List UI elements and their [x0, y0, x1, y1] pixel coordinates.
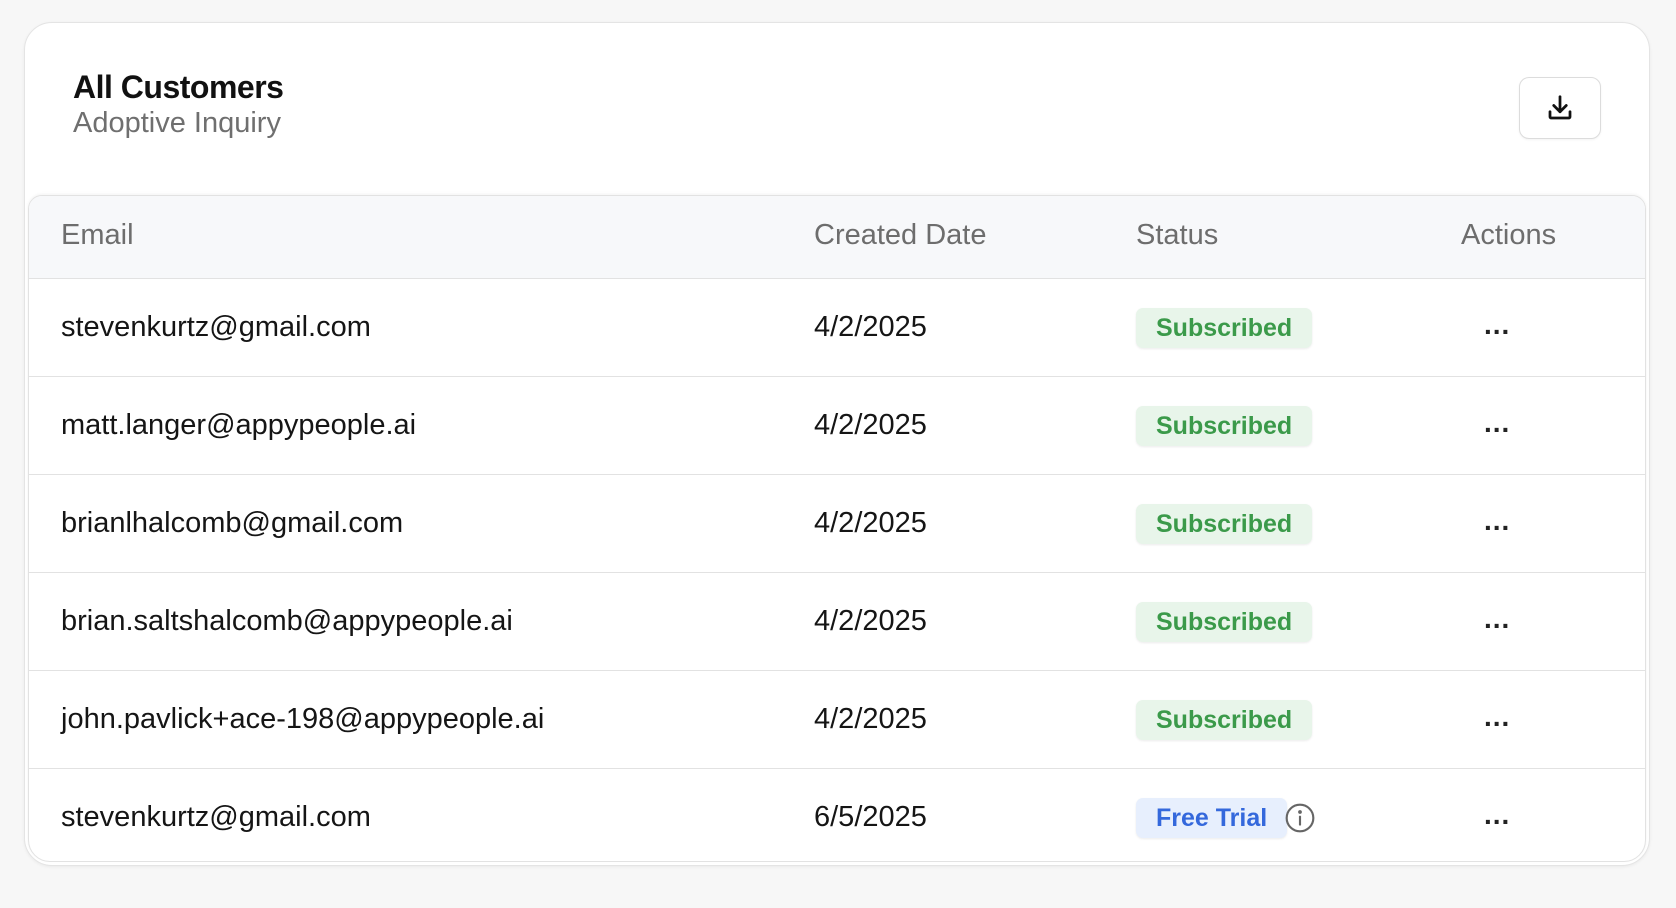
column-header-created-date[interactable]: Created Date: [814, 219, 987, 252]
row-actions-button[interactable]: ...: [1484, 505, 1510, 537]
email-cell: stevenkurtz@gmail.com: [61, 311, 371, 343]
table-header: Email Created Date Status Actions: [29, 196, 1645, 279]
created-date-cell: 4/2/2025: [814, 409, 927, 441]
column-header-actions: Actions: [1461, 219, 1557, 251]
customers-table: Email Created Date Status Actions steven…: [28, 195, 1646, 862]
customers-card: All Customers Adoptive Inquiry Email Cre…: [24, 22, 1650, 866]
column-header-status[interactable]: Status: [1136, 219, 1218, 252]
email-cell: john.pavlick+ace-198@appypeople.ai: [61, 703, 545, 735]
page-subtitle: Adoptive Inquiry: [73, 107, 281, 139]
page-title: All Customers: [73, 69, 284, 105]
status-badge: Subscribed: [1136, 700, 1313, 740]
row-actions-button[interactable]: ...: [1484, 799, 1510, 831]
row-actions-button[interactable]: ...: [1484, 603, 1510, 635]
email-cell: brianlhalcomb@gmail.com: [61, 507, 404, 539]
info-icon[interactable]: [1284, 802, 1316, 834]
status-badge: Subscribed: [1136, 406, 1313, 446]
status-badge: Subscribed: [1136, 504, 1313, 544]
email-cell: matt.langer@appypeople.ai: [61, 409, 417, 441]
table-row[interactable]: stevenkurtz@gmail.com 6/5/2025 Free Tria…: [29, 769, 1645, 861]
created-date-cell: 6/5/2025: [814, 801, 927, 833]
table-row[interactable]: stevenkurtz@gmail.com 4/2/2025 Subscribe…: [29, 279, 1645, 377]
email-cell: stevenkurtz@gmail.com: [61, 801, 371, 833]
created-date-cell: 4/2/2025: [814, 605, 927, 637]
row-actions-button[interactable]: ...: [1484, 701, 1510, 733]
row-actions-button[interactable]: ...: [1484, 407, 1510, 439]
table-row[interactable]: john.pavlick+ace-198@appypeople.ai 4/2/2…: [29, 671, 1645, 769]
created-date-cell: 4/2/2025: [814, 703, 927, 735]
status-badge: Subscribed: [1136, 308, 1313, 348]
table-row[interactable]: brianlhalcomb@gmail.com 4/2/2025 Subscri…: [29, 475, 1645, 573]
created-date-cell: 4/2/2025: [814, 311, 927, 343]
row-actions-button[interactable]: ...: [1484, 309, 1510, 341]
download-button[interactable]: [1519, 77, 1601, 139]
download-icon: [1548, 95, 1572, 120]
status-badge: Subscribed: [1136, 602, 1313, 642]
email-cell: brian.saltshalcomb@appypeople.ai: [61, 605, 513, 637]
column-header-email[interactable]: Email: [61, 219, 134, 252]
status-badge: Free Trial: [1136, 798, 1288, 838]
table-row[interactable]: matt.langer@appypeople.ai 4/2/2025 Subsc…: [29, 377, 1645, 475]
table-row[interactable]: brian.saltshalcomb@appypeople.ai 4/2/202…: [29, 573, 1645, 671]
created-date-cell: 4/2/2025: [814, 507, 927, 539]
card-header: All Customers Adoptive Inquiry: [25, 23, 1649, 193]
